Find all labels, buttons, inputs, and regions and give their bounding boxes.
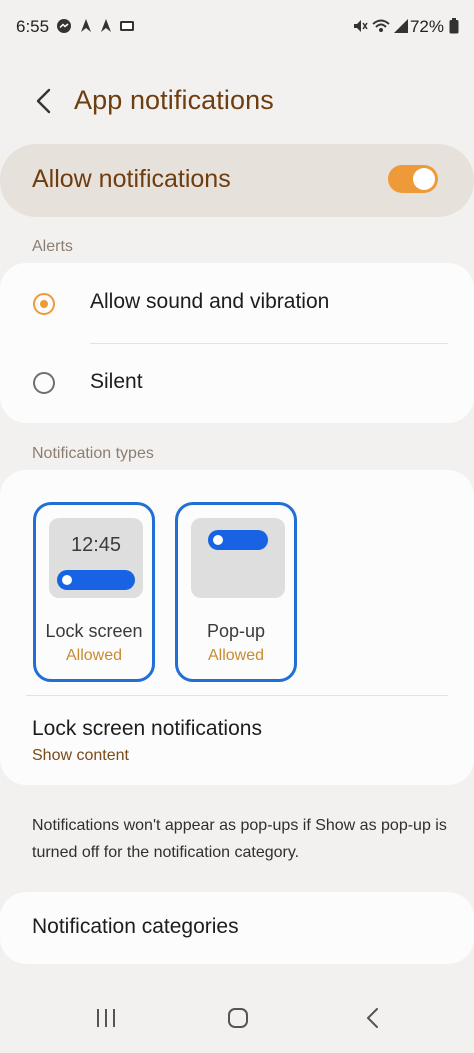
nav-back-button[interactable] <box>352 1000 392 1040</box>
app-icon-2 <box>99 18 115 34</box>
popup-preview <box>191 518 285 598</box>
lock-screen-notifications-title: Lock screen notifications <box>32 717 262 740</box>
lock-screen-notifications-row[interactable] <box>0 700 474 782</box>
notification-pill <box>57 570 135 590</box>
lock-screen-preview: 12:45 <box>49 518 143 598</box>
signal-icon <box>393 18 409 34</box>
home-icon <box>227 1007 249 1034</box>
recent-apps-button[interactable] <box>86 1000 126 1040</box>
alerts-section-label: Alerts <box>32 238 73 255</box>
toggle-knob <box>413 168 435 190</box>
page-title: App notifications <box>74 85 274 115</box>
gallery-icon <box>119 18 135 34</box>
radio-silent[interactable] <box>33 372 55 394</box>
mute-icon <box>352 18 368 34</box>
option-allow-sound-label: Allow sound and vibration <box>90 290 330 313</box>
battery-percent: 72% <box>409 17 444 36</box>
chevron-left-icon <box>35 88 51 119</box>
lock-screen-tile-status: Allowed <box>65 647 123 664</box>
status-bar: 6:55 72% <box>0 0 474 56</box>
allow-notifications-toggle[interactable] <box>388 165 438 193</box>
back-button[interactable] <box>26 84 60 122</box>
popup-info-text: Notifications won't appear as pop-ups if… <box>32 817 447 861</box>
home-button[interactable] <box>218 1000 258 1040</box>
popup-pill <box>208 530 268 550</box>
recent-apps-icon <box>95 1008 117 1033</box>
types-divider <box>26 695 448 696</box>
popup-tile-title: Pop-up <box>206 621 266 641</box>
allow-notifications-label: Allow notifications <box>32 165 231 193</box>
notification-categories-label: Notification categories <box>32 915 239 938</box>
option-silent-label: Silent <box>90 370 143 393</box>
wifi-icon <box>372 18 390 34</box>
status-time: 6:55 <box>16 17 50 36</box>
nav-back-icon <box>365 1007 379 1034</box>
popup-tile[interactable]: Pop-up Allowed <box>175 502 297 682</box>
battery-icon <box>449 18 465 34</box>
lock-screen-tile[interactable]: 12:45 Lock screen Allowed <box>33 502 155 682</box>
lock-screen-tile-title: Lock screen <box>45 621 143 641</box>
messenger-icon <box>56 18 72 34</box>
lock-screen-notifications-subtitle: Show content <box>32 747 129 764</box>
notification-types-section-label: Notification types <box>32 445 154 462</box>
option-silent[interactable] <box>0 344 474 422</box>
preview-clock: 12:45 <box>70 534 122 556</box>
popup-tile-status: Allowed <box>207 647 265 664</box>
radio-allow-sound-selected[interactable] <box>33 293 55 315</box>
app-icon-1 <box>79 18 95 34</box>
